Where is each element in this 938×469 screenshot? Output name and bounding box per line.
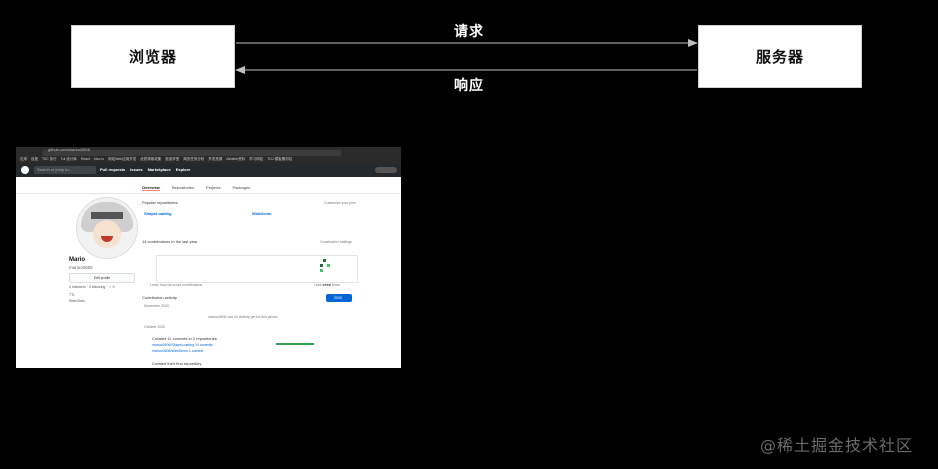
repo-link-webdemo[interactable]: WebDemo — [252, 211, 271, 216]
header-user-menu[interactable] — [375, 167, 397, 173]
bookmark[interactable]: Airtable资料 — [226, 156, 245, 163]
tab-repositories[interactable]: Repositories — [172, 185, 194, 191]
activity-month: November 2020 — [144, 304, 169, 308]
contribution-cell[interactable] — [327, 264, 330, 267]
header-nav: Pull requests Issues Marketplace Explore — [100, 163, 190, 177]
bookmark[interactable]: 百度 — [31, 156, 38, 163]
nav-explore[interactable]: Explore — [176, 163, 191, 177]
commit-repo-webdemo[interactable]: mariuo0606/WebDemo 1 commit — [152, 349, 203, 353]
contribution-cell[interactable] — [323, 259, 326, 262]
repo-link-shapeloading[interactable]: ShapeLoading — [144, 211, 172, 216]
contributions-title: 14 contributions in the last year — [142, 239, 198, 244]
nav-marketplace[interactable]: Marketplace — [148, 163, 171, 177]
nav-issues[interactable]: Issues — [130, 163, 142, 177]
response-label: 响应 — [454, 78, 484, 94]
bookmark[interactable]: 学习网站 — [249, 156, 263, 163]
first-repo-text: Created their first repository — [152, 361, 202, 366]
tab-projects[interactable]: Projects — [206, 185, 220, 191]
github-profile-screenshot: github.com/mariuo0606 应用 百度 T5C 执行 Tul 设… — [16, 147, 401, 368]
contribution-cell[interactable] — [320, 269, 323, 272]
contribution-graph — [156, 255, 358, 283]
github-header: Search or jump to... Pull requests Issue… — [16, 163, 401, 177]
bookmark[interactable]: fdxc.io — [94, 156, 104, 163]
tab-packages[interactable]: Packages — [232, 185, 250, 191]
commit-progress-bar — [276, 343, 314, 345]
response-arrow-head — [235, 66, 245, 74]
contribution-cell[interactable] — [320, 264, 323, 267]
tab-overview[interactable]: Overview — [142, 185, 160, 191]
bookmarks-bar: 应用 百度 T5C 执行 Tul 设计库 React fdxc.io 网站Web… — [16, 156, 401, 163]
contribution-legend: Less ■■■■ More — [314, 283, 340, 287]
edit-profile-button[interactable]: Edit profile — [69, 273, 135, 283]
profile-login: mariuo0606 — [69, 265, 93, 270]
bookmark[interactable]: React — [81, 156, 90, 163]
profile-location: ShenZhen — [69, 299, 86, 303]
bookmark[interactable]: 网站Web应用开发 — [108, 156, 136, 163]
commit-repo-shapeloading[interactable]: mariuo0606/ShapeLoading 10 commits — [152, 343, 213, 347]
profile-name: Mario — [69, 257, 86, 263]
profile-tabs: Overview Repositories Projects Packages — [142, 185, 250, 191]
browser-chrome: github.com/mariuo0606 应用 百度 T5C 执行 Tul 设… — [16, 147, 401, 163]
request-arrow-head — [688, 39, 698, 47]
activity-title: Contribution activity — [142, 295, 177, 300]
avatar[interactable] — [76, 197, 138, 259]
year-button[interactable]: 2020 — [326, 294, 352, 302]
contribution-settings-link[interactable]: Contribution settings — [320, 240, 352, 244]
customize-pins-link[interactable]: Customize your pins — [324, 201, 356, 205]
bookmark[interactable]: Tul 设计库 — [61, 156, 77, 163]
commits-summary[interactable]: Created 11 commits in 2 repositories — [152, 336, 217, 341]
bookmark[interactable]: 逛逛学堂 — [165, 156, 179, 163]
watermark: @稀土掘金技术社区 — [760, 436, 914, 455]
profile-company: TTL — [69, 293, 76, 297]
no-activity-text: mariuo0606 has no activity yet for this … — [208, 315, 279, 319]
bookmark[interactable]: 优质博客收集 — [140, 156, 161, 163]
popular-repos-title: Popular repositories — [142, 200, 178, 205]
bookmark[interactable]: TGJ 模板素材站 — [267, 156, 292, 163]
activity-october: October 2020 — [144, 325, 166, 329]
nav-pull-requests[interactable]: Pull requests — [100, 163, 125, 177]
bookmark[interactable]: T5C 执行 — [42, 156, 57, 163]
learn-contributions-link[interactable]: Learn how we count contributions — [150, 283, 202, 287]
bookmark[interactable]: 应用 — [20, 156, 27, 163]
github-logo-icon[interactable] — [21, 166, 29, 174]
search-input[interactable]: Search or jump to... — [34, 166, 96, 174]
bookmark[interactable]: 简历任务分析 — [183, 156, 204, 163]
tab-divider — [16, 193, 401, 194]
request-label: 请求 — [454, 24, 484, 40]
bookmark[interactable]: 开发资源 — [208, 156, 222, 163]
follow-stats[interactable]: 0 followers · 0 following · ☆ 0 — [69, 285, 115, 289]
